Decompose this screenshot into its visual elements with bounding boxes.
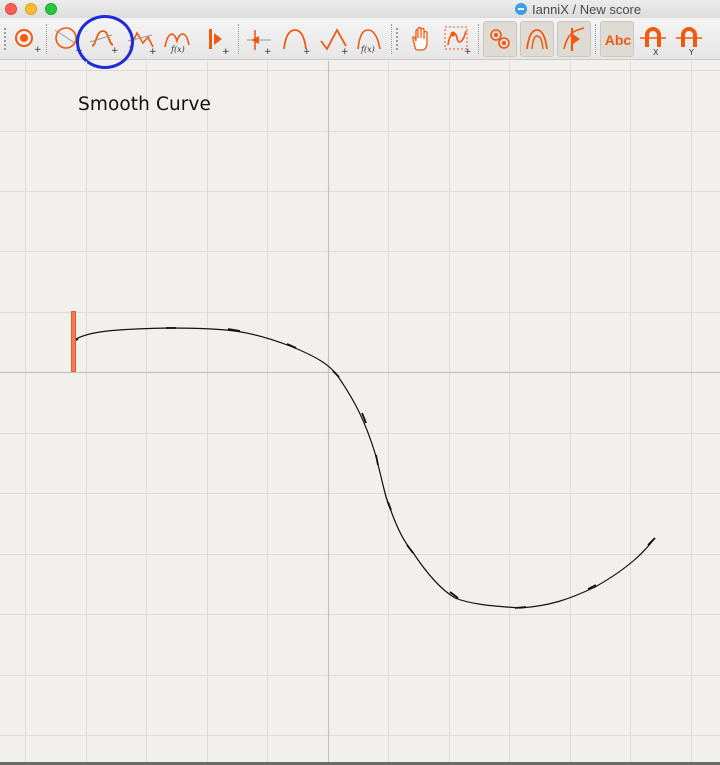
toolbar-grip[interactable] — [396, 28, 401, 50]
arc-plus-icon: + — [283, 29, 311, 57]
add-math-curve-button[interactable]: f(x) — [160, 21, 194, 57]
curve-layer — [71, 327, 656, 609]
magnet-x-icon: X — [640, 27, 666, 57]
window-title-group: IanniX / New score — [515, 1, 641, 17]
svg-text:+: + — [303, 47, 311, 57]
zoom-window-button[interactable] — [45, 3, 57, 15]
close-window-button[interactable] — [5, 3, 17, 15]
edit-curve-icon: + — [444, 26, 472, 57]
cursors-view-icon — [563, 27, 585, 51]
score-canvas[interactable] — [0, 61, 720, 765]
window-title: IanniX / New score — [532, 1, 642, 17]
add-fx-timeline-button[interactable]: f(x) — [353, 21, 387, 57]
add-point-trigger-button[interactable]: + — [243, 21, 277, 57]
fx-arc-plus-icon: f(x) — [357, 29, 381, 54]
svg-text:X: X — [653, 48, 659, 57]
text-icon: Abc — [604, 32, 632, 48]
add-straight-timeline-button[interactable]: + — [317, 21, 351, 57]
svg-text:f(x): f(x) — [170, 45, 185, 54]
svg-text:+: + — [264, 47, 272, 57]
point-plus-icon: + — [247, 30, 272, 57]
iannix-app-icon — [515, 3, 527, 15]
svg-text:+: + — [149, 47, 157, 57]
svg-text:f(x): f(x) — [360, 45, 375, 54]
view-cursors-toggle[interactable] — [557, 21, 591, 57]
add-smooth-timeline-button[interactable]: + — [279, 21, 313, 57]
toolbar-separator — [478, 24, 480, 54]
smooth-curve[interactable] — [72, 327, 655, 609]
fx-curve-plus-icon: f(x) — [164, 33, 190, 54]
svg-text:+: + — [341, 47, 349, 57]
toolbar-separator — [238, 24, 240, 54]
toolbar-separator — [46, 24, 48, 54]
curve-cursor[interactable] — [71, 311, 76, 372]
magnet-y-icon: Y — [676, 27, 702, 57]
svg-text:Y: Y — [688, 48, 694, 57]
view-curves-toggle[interactable] — [520, 21, 554, 57]
add-cursor-button[interactable]: + — [200, 21, 234, 57]
peak-plus-icon: + — [320, 28, 349, 57]
view-triggers-toggle[interactable] — [483, 21, 517, 57]
toolbar-separator — [595, 24, 597, 54]
curve-label[interactable]: Smooth Curve — [78, 94, 211, 115]
svg-text:+: + — [34, 45, 42, 55]
curve-control-points[interactable] — [71, 327, 656, 609]
toggle-labels-button[interactable]: Abc — [600, 21, 634, 57]
svg-text:+: + — [222, 47, 230, 57]
hand-icon — [412, 26, 428, 51]
target-plus-icon: + — [15, 29, 42, 55]
svg-text:+: + — [464, 47, 472, 57]
navigate-hand-button[interactable] — [404, 21, 438, 57]
add-trigger-button[interactable]: + — [8, 21, 42, 57]
toolbar-separator — [391, 24, 393, 54]
edit-points-button[interactable]: + — [440, 21, 474, 57]
snap-x-button[interactable]: X — [637, 21, 671, 57]
minimize-window-button[interactable] — [25, 3, 37, 15]
cursor-plus-icon: + — [209, 29, 230, 57]
triggers-view-icon — [490, 29, 510, 49]
curves-view-icon — [526, 29, 548, 50]
snap-y-button[interactable]: Y — [673, 21, 707, 57]
